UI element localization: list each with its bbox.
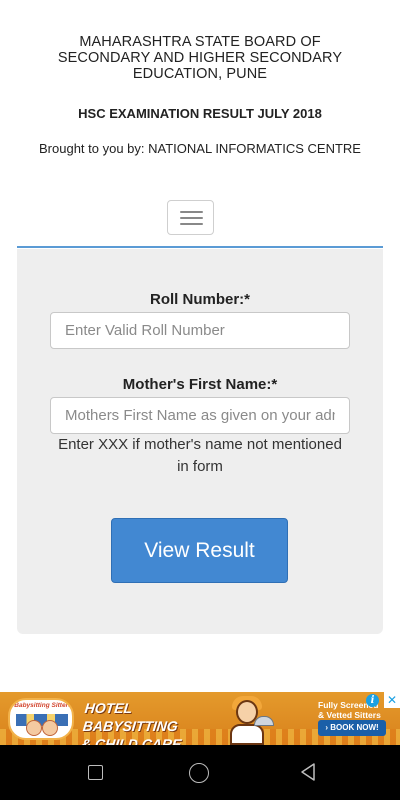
mother-name-input[interactable] <box>50 397 350 434</box>
result-form-panel: Roll Number:* Mother's First Name:* Ente… <box>17 249 383 634</box>
hamburger-menu-button[interactable] <box>167 200 214 235</box>
ad-close-icon[interactable]: ✕ <box>384 692 400 708</box>
ad-headline: HOTEL BABYSITTING & CHILD CARE SERVICE <box>78 699 226 745</box>
home-icon[interactable] <box>189 763 209 783</box>
back-icon[interactable] <box>298 762 318 782</box>
ad-figure-body <box>230 724 264 745</box>
ad-headline-line-2: & CHILD CARE SERVICE <box>80 736 183 745</box>
board-title-line-2: SECONDARY AND HIGHER SECONDARY <box>57 50 343 66</box>
header-divider <box>17 246 383 248</box>
board-title-line-3: EDUCATION, PUNE <box>132 66 268 82</box>
ad-tagline-line-2: & Vetted Sitters <box>318 710 381 720</box>
mother-name-label: Mother's First Name:* <box>122 376 278 393</box>
roll-number-input[interactable] <box>50 312 350 349</box>
mother-name-hint: Enter XXX if mother's name not mentioned… <box>37 434 363 478</box>
roll-number-label: Roll Number:* <box>149 291 250 308</box>
board-title: MAHARASHTRA STATE BOARD OF SECONDARY AND… <box>40 34 360 82</box>
view-result-button[interactable]: View Result <box>111 518 288 583</box>
ad-logo-child-2 <box>42 720 58 736</box>
ad-logo: Babysitting Sitters <box>8 698 74 740</box>
ad-banner[interactable]: Babysitting Sitters HOTEL BABYSITTING & … <box>0 692 400 745</box>
mother-name-hint-line-1: Enter XXX if mother's name not mentioned <box>58 436 342 453</box>
ad-logo-text: Babysitting Sitters <box>14 702 72 709</box>
hamburger-menu-icon-bar-2 <box>180 217 203 219</box>
ad-logo-child-1 <box>26 720 42 736</box>
board-title-line-1: MAHARASHTRA STATE BOARD OF <box>79 34 321 50</box>
ad-book-now-button[interactable]: › BOOK NOW! <box>318 720 386 736</box>
ad-headline-line-1: HOTEL BABYSITTING <box>82 700 179 734</box>
ad-info-icon[interactable]: i <box>366 694 379 707</box>
hamburger-menu-icon-bar-1 <box>180 211 203 213</box>
mother-name-hint-line-2: in form <box>177 458 223 475</box>
ad-figure-tray <box>254 716 274 726</box>
exam-title: HSC EXAMINATION RESULT JULY 2018 <box>78 106 322 121</box>
ad-babysitter-illustration <box>222 694 274 745</box>
recent-apps-icon[interactable] <box>88 765 103 780</box>
credit-line: Brought to you by: NATIONAL INFORMATICS … <box>39 141 361 156</box>
hamburger-menu-icon-bar-3 <box>180 223 203 225</box>
